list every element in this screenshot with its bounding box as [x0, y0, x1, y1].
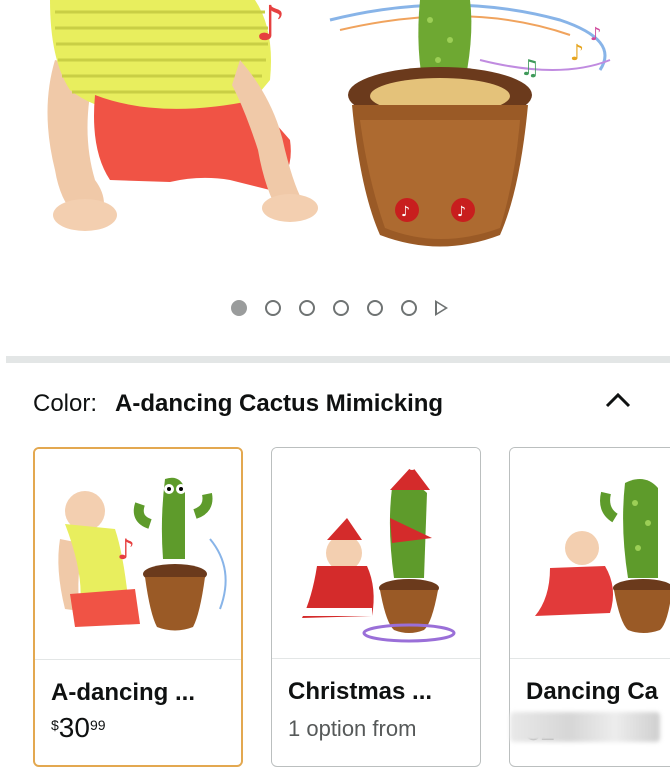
svg-text:♪: ♪ — [255, 0, 286, 52]
carousel-dot-2[interactable] — [265, 300, 281, 316]
swatch-image: ♪ — [35, 449, 241, 660]
svg-text:♫: ♫ — [520, 56, 540, 81]
carousel-dot-3[interactable] — [299, 300, 315, 316]
swatch-image — [272, 448, 480, 659]
color-label: Color: — [33, 390, 98, 417]
product-main-image[interactable]: ♪ ♫ ♪ ♪ ♪ ♪ — [0, 0, 670, 290]
color-option-a-dancing-cactus[interactable]: ♪ A-dancing ... $ 30 99 — [33, 447, 243, 767]
svg-text:♪: ♪ — [401, 204, 410, 220]
blurred-overlay — [510, 712, 660, 742]
section-divider — [6, 356, 670, 363]
svg-text:♪: ♪ — [117, 533, 135, 566]
svg-text:♪: ♪ — [457, 204, 466, 220]
color-selector-header[interactable]: Color: A-dancing Cactus Mimicking — [33, 388, 633, 420]
swatch-subtitle: 1 option from — [288, 716, 417, 741]
product-photo: ♪ ♫ ♪ ♪ ♪ ♪ — [47, 0, 611, 247]
swatch-title: Dancing Ca — [526, 678, 659, 705]
price-fraction: 99 — [89, 717, 106, 733]
chevron-up-icon[interactable] — [603, 386, 633, 416]
svg-text:♪: ♪ — [570, 41, 584, 66]
carousel-dot-1[interactable] — [231, 300, 247, 316]
carousel-dot-4[interactable] — [333, 300, 349, 316]
selected-color-value: A-dancing Cactus Mimicking — [115, 390, 444, 417]
swatch-image — [510, 448, 670, 659]
color-option-christmas[interactable]: Christmas ... 1 option from — [271, 447, 481, 767]
swatch-title: A-dancing ... — [51, 679, 195, 706]
carousel-dot-6[interactable] — [401, 300, 417, 316]
video-play-icon[interactable] — [435, 300, 448, 316]
swatch-price: $ 30 99 — [51, 714, 106, 742]
carousel-dot-5[interactable] — [367, 300, 383, 316]
price-symbol: $ — [51, 717, 59, 733]
price-whole: 30 — [58, 712, 90, 743]
svg-text:♪: ♪ — [590, 24, 602, 45]
swatch-title: Christmas ... — [288, 678, 433, 705]
image-carousel-indicator — [0, 300, 670, 316]
